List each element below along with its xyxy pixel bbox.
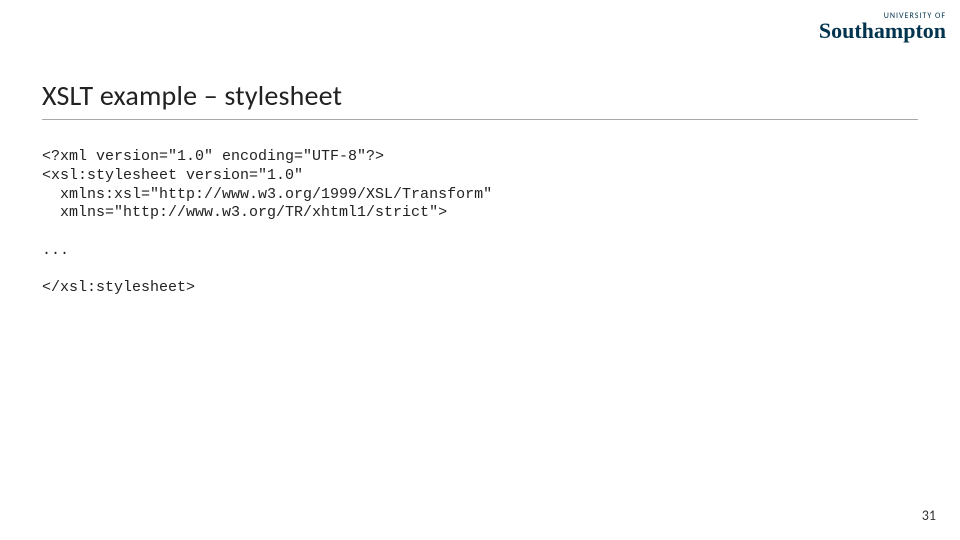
slide-title: XSLT example – stylesheet	[42, 78, 918, 120]
university-logo: UNIVERSITY OF Southampton	[819, 12, 946, 42]
page-number: 31	[922, 507, 936, 524]
logo-title: Southampton	[819, 20, 946, 42]
logo-title-text: Southampton	[819, 18, 946, 43]
code-line-1: <?xml version="1.0" encoding="UTF-8"?>	[42, 148, 384, 165]
code-line-3: xmlns:xsl="http://www.w3.org/1999/XSL/Tr…	[42, 186, 492, 203]
title-container: XSLT example – stylesheet	[42, 78, 918, 120]
code-line-8: </xsl:stylesheet>	[42, 279, 195, 296]
code-line-4: xmlns="http://www.w3.org/TR/xhtml1/stric…	[42, 204, 447, 221]
code-line-6: ...	[42, 242, 69, 259]
code-line-2: <xsl:stylesheet version="1.0"	[42, 167, 303, 184]
code-block: <?xml version="1.0" encoding="UTF-8"?> <…	[42, 148, 918, 298]
